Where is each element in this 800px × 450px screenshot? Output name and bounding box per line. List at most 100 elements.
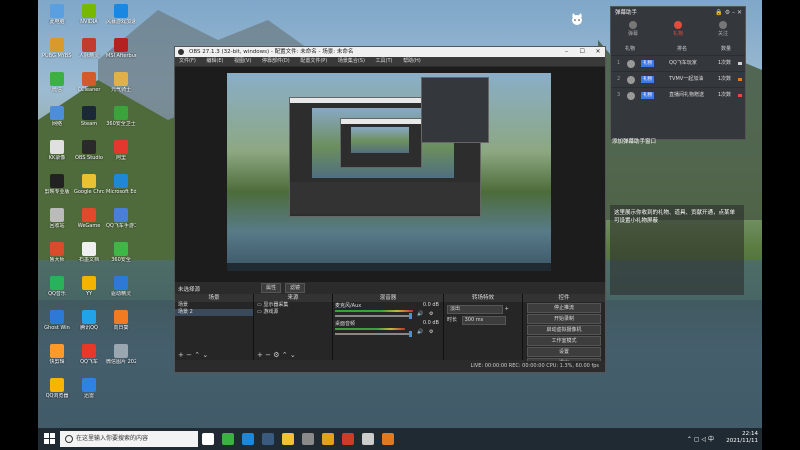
virtual-camera-button[interactable]: 启动虚拟摄像机 [527,325,601,335]
obs-titlebar[interactable]: OBS 27.1.3 (32-bit, windows) - 配置文件: 未命名… [175,47,605,57]
gear-icon[interactable]: ⚙ [273,351,279,359]
desktop-shortcut[interactable]: 阿里 [106,138,136,168]
down-icon[interactable]: ⌄ [202,351,208,359]
tab-danmaku[interactable]: 弹幕 [611,21,655,38]
stop-streaming-button[interactable]: 停止推流 [527,303,601,313]
desktop-shortcut[interactable]: Ghost Win [42,308,72,338]
wegame-icon[interactable] [322,433,334,445]
menu-scene-collection[interactable]: 场景集合(S) [338,58,365,64]
remove-icon[interactable]: − [186,351,192,359]
up-icon[interactable]: ⌃ [282,351,288,359]
desktop-shortcut[interactable]: YY [74,274,104,304]
desktop-shortcut[interactable]: 回收站 [42,206,72,236]
gift-list-item[interactable]: 3 礼物 直播间礼物赠送 1次数 [611,87,745,103]
speaker-icon[interactable]: 🔊 [417,311,423,317]
desktop-shortcut[interactable]: QQ音乐 [42,274,72,304]
scene-item[interactable]: 场景 2 [175,309,253,316]
desktop-shortcut[interactable]: 剪映专业版 [42,172,72,202]
desktop-shortcut[interactable]: 向日葵 [106,308,136,338]
minimize-icon[interactable]: – [560,47,574,57]
menu-profile[interactable]: 配置文件(P) [300,58,327,64]
studio-mode-button[interactable]: 工作室模式 [527,336,601,346]
taskbar-search-input[interactable]: 在这里输入你要搜索的内容 [60,431,198,447]
settings-button[interactable]: 设置 [527,347,601,357]
desktop-shortcut[interactable]: 风暴游戏加速器 [106,2,136,32]
wechat-icon[interactable] [222,433,234,445]
task-view-icon[interactable] [202,433,214,445]
desktop-shortcut[interactable]: WeGame [74,206,104,236]
menu-edit[interactable]: 编辑(E) [206,58,223,64]
taskbar-clock[interactable]: 22:14 2021/11/11 [726,431,758,445]
desktop-shortcut[interactable]: 鲁大师 [42,240,72,270]
gear-icon[interactable]: ⚙ [429,311,433,317]
desktop-shortcut[interactable]: CCleaner [74,70,104,100]
desktop-shortcut[interactable]: Steam [74,104,104,134]
app2-icon[interactable] [342,433,354,445]
desktop-shortcut[interactable]: QQ飞车 [74,342,104,372]
desktop-shortcut[interactable]: KK录像 [42,138,72,168]
desktop-shortcut[interactable]: 微信 [42,70,72,100]
desktop-shortcut[interactable]: 快剪辑 [42,342,72,372]
gift-list-item[interactable]: 2 礼物 TVMV一起加油 1次数 [611,71,745,87]
source-item[interactable]: ▭ 游戏源 [254,309,332,316]
add-icon[interactable]: + [257,351,263,359]
desktop-shortcut[interactable]: OBS Studio [74,138,104,168]
minimize-icon[interactable]: – [732,9,735,16]
desktop-shortcut[interactable]: 网络 [42,104,72,134]
network-icon[interactable]: ▢ [694,436,700,443]
volume-slider[interactable] [335,333,410,335]
close-icon[interactable]: ✕ [737,9,742,16]
desktop-shortcut[interactable]: 360安全卫士 [106,104,136,134]
file-explorer-icon[interactable] [282,433,294,445]
source-item[interactable]: ▭ 显示器采集 [254,302,332,309]
app3-icon[interactable] [382,433,394,445]
desktop-shortcut[interactable]: QQ浏览器 [42,376,72,406]
lock-icon[interactable]: 🔒 [715,9,722,16]
start-recording-button[interactable]: 开始录制 [527,314,601,324]
settings-icon[interactable]: ⚙ [725,9,730,16]
filters-button[interactable]: 滤镜 [284,283,305,293]
desktop-shortcut[interactable]: 微信图片 2021.11.0 [106,342,136,372]
desktop-shortcut[interactable]: MSI Afterburner [106,36,136,66]
tab-follow[interactable]: 关注 [701,21,745,38]
menu-docks[interactable]: 停靠部件(D) [262,58,290,64]
maximize-icon[interactable]: ☐ [575,47,589,57]
menu-view[interactable]: 视图(V) [234,58,251,64]
windows-start-icon[interactable] [44,433,56,445]
scene-item[interactable]: 场景 [175,302,253,309]
chevron-up-icon[interactable]: ⌃ [687,436,692,443]
close-icon[interactable]: ✕ [591,47,605,57]
desktop-shortcut[interactable]: QQ飞车手游工具 [106,206,136,236]
duration-input[interactable]: 300 ms [461,316,506,325]
volume-slider[interactable] [335,315,410,317]
down-icon[interactable]: ⌄ [290,351,296,359]
gift-list-item[interactable]: 1 礼物 QQ飞车玩家 1次数 [611,55,745,71]
edge-icon[interactable] [242,433,254,445]
menu-file[interactable]: 文件(F) [179,58,196,64]
volume-knob[interactable] [409,313,412,319]
desktop-shortcut[interactable]: 360安全 [106,240,136,270]
danmaku-panel-title[interactable]: 弹幕助手 🔒 ⚙ – ✕ [611,7,745,19]
add-icon[interactable]: + [505,306,509,312]
desktop-shortcut[interactable]: NVIDIA [74,2,104,32]
desktop-shortcut[interactable]: 人脉精灵 [74,36,104,66]
desktop-shortcut[interactable]: PUBG MYBSGM [42,36,72,66]
tab-gifts[interactable]: 礼物 [656,21,700,38]
transition-select[interactable]: 淡出 + [444,305,522,314]
up-icon[interactable]: ⌃ [194,351,200,359]
desktop-shortcut[interactable]: Google Chrome [74,172,104,202]
desktop-shortcut[interactable]: 迅雷 [74,376,104,406]
desktop-shortcut[interactable]: 此电脑 [42,2,72,32]
properties-button[interactable]: 属性 [261,283,282,293]
obs-icon[interactable] [362,433,374,445]
desktop-shortcut[interactable]: 驱动精灵 [106,274,136,304]
obs-preview[interactable] [175,67,605,282]
remove-icon[interactable]: − [265,351,271,359]
desktop-shortcut[interactable]: 元气骑士 [106,70,136,100]
desktop-shortcut[interactable]: 石墨文档 [74,240,104,270]
volume-knob[interactable] [409,331,412,337]
add-icon[interactable]: + [178,351,184,359]
app-icon[interactable] [302,433,314,445]
desktop-shortcut[interactable]: 腾讯QQ [74,308,104,338]
desktop-shortcut[interactable]: Microsoft Edge [106,172,136,202]
